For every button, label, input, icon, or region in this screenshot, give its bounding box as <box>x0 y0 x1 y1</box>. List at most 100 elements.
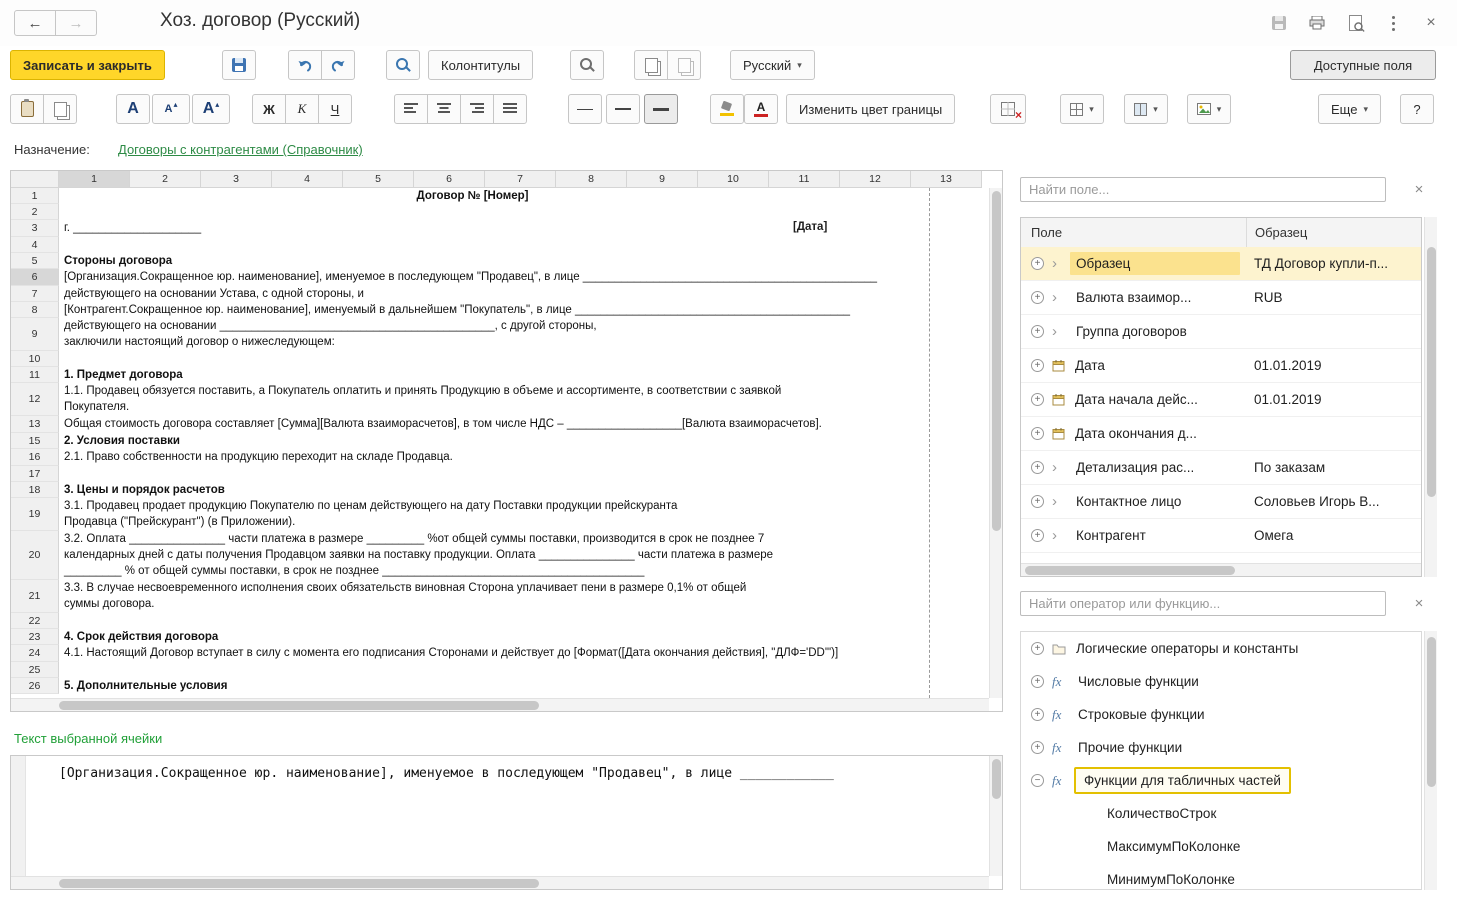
row-header-15[interactable]: 15 <box>11 433 59 449</box>
align-right-button[interactable] <box>460 94 494 124</box>
borders-dropdown[interactable]: ▾ <box>1060 94 1104 124</box>
column-header-8[interactable]: 8 <box>556 171 627 188</box>
column-header-field[interactable]: Поле <box>1021 225 1246 240</box>
scrollbar-thumb[interactable] <box>1427 637 1436 787</box>
expand-icon[interactable]: + <box>1031 741 1044 754</box>
sheet-horizontal-scrollbar[interactable] <box>11 698 989 711</box>
function-item[interactable]: +fxСтроковые функции <box>1021 698 1421 731</box>
scrollbar-thumb[interactable] <box>1025 566 1235 575</box>
row-header-5[interactable]: 5 <box>11 253 59 269</box>
row-header-4[interactable]: 4 <box>11 237 59 253</box>
sheet-cell[interactable]: 5. Дополнительные условия <box>59 678 991 694</box>
row-header-9[interactable]: 9 <box>11 318 59 351</box>
row-header-3[interactable]: 3 <box>11 220 59 237</box>
scrollbar-thumb[interactable] <box>1427 247 1436 497</box>
field-row[interactable]: +Дата01.01.2019 <box>1021 349 1421 383</box>
expand-icon[interactable]: + <box>1031 642 1044 655</box>
sheet-cell[interactable] <box>59 466 991 482</box>
available-fields-button[interactable]: Доступные поля <box>1290 50 1436 80</box>
row-header-13[interactable]: 13 <box>11 416 59 433</box>
expand-icon[interactable]: + <box>1031 495 1044 508</box>
field-row[interactable]: +›КонтрагентОмега <box>1021 519 1421 553</box>
sheet-cell[interactable]: 4. Срок действия договора <box>59 629 991 645</box>
expand-icon[interactable]: + <box>1031 325 1044 338</box>
column-header-5[interactable]: 5 <box>343 171 414 188</box>
column-header-4[interactable]: 4 <box>272 171 343 188</box>
text-vertical-scrollbar[interactable] <box>989 756 1002 876</box>
sheet-cell[interactable]: Стороны договора <box>59 253 991 269</box>
function-search-input[interactable] <box>1020 591 1386 616</box>
sheet-cell[interactable]: действующего на основании Устава, с одно… <box>59 286 991 302</box>
functions-vertical-scrollbar[interactable] <box>1424 631 1437 890</box>
print-preview-button[interactable] <box>386 50 420 80</box>
row-header-6[interactable]: 6 <box>11 269 59 286</box>
headers-footers-button[interactable]: Колонтитулы <box>428 50 533 80</box>
help-button[interactable]: ? <box>1400 94 1434 124</box>
sheet-cell[interactable] <box>59 204 991 220</box>
border-thick-button[interactable] <box>644 94 678 124</box>
row-header-25[interactable]: 25 <box>11 662 59 678</box>
decrease-font-button[interactable]: А▴ <box>152 94 190 124</box>
row-header-24[interactable]: 24 <box>11 645 59 662</box>
row-header-22[interactable]: 22 <box>11 613 59 629</box>
column-header-sample[interactable]: Образец <box>1246 218 1421 247</box>
expand-icon[interactable]: + <box>1031 291 1044 304</box>
forward-button[interactable]: → <box>55 10 97 36</box>
increase-font-button[interactable]: А▴ <box>192 94 230 124</box>
row-header-21[interactable]: 21 <box>11 580 59 613</box>
collapse-icon[interactable]: − <box>1031 774 1044 787</box>
preview-icon[interactable] <box>1340 10 1370 36</box>
expand-icon[interactable]: + <box>1031 427 1044 440</box>
field-row[interactable]: +›Детализация рас...По заказам <box>1021 451 1421 485</box>
column-header-11[interactable]: 11 <box>769 171 840 188</box>
field-row[interactable]: +›МенеджерФедоров Борис Ми... <box>1021 553 1421 563</box>
field-row[interactable]: +›Группа договоров <box>1021 315 1421 349</box>
fields-horizontal-scrollbar[interactable] <box>1021 563 1421 576</box>
row-header-16[interactable]: 16 <box>11 449 59 466</box>
row-header-2[interactable]: 2 <box>11 204 59 220</box>
function-item[interactable]: КоличествоСтрок <box>1021 797 1421 830</box>
sheet-cell[interactable]: действующего на основании ______________… <box>59 318 991 351</box>
column-header-2[interactable]: 2 <box>130 171 201 188</box>
paste-button[interactable] <box>10 94 44 124</box>
sheet-cell[interactable]: 3. Цены и порядок расчетов <box>59 482 991 498</box>
scrollbar-thumb[interactable] <box>59 879 539 888</box>
clear-function-search-icon[interactable]: × <box>1410 595 1428 613</box>
sheet-cell[interactable]: 2.1. Право собственности на продукцию пе… <box>59 449 991 466</box>
text-horizontal-scrollbar[interactable] <box>11 876 989 889</box>
fill-color-button[interactable] <box>710 94 744 124</box>
align-left-button[interactable] <box>394 94 428 124</box>
expand-icon[interactable]: + <box>1031 461 1044 474</box>
print-icon[interactable] <box>1302 10 1332 36</box>
function-item[interactable]: МинимумПоКолонке <box>1021 863 1421 890</box>
column-header-9[interactable]: 9 <box>627 171 698 188</box>
italic-button[interactable]: К <box>285 94 319 124</box>
sheet-cell[interactable]: 3.3. В случае несвоевременного исполнени… <box>59 580 991 613</box>
clear-field-search-icon[interactable]: × <box>1410 181 1428 199</box>
row-header-17[interactable]: 17 <box>11 466 59 482</box>
field-row[interactable]: +›Валюта взаимор...RUB <box>1021 281 1421 315</box>
redo-button[interactable] <box>321 50 355 80</box>
field-row[interactable]: +Дата начала дейс...01.01.2019 <box>1021 383 1421 417</box>
sheet-cell[interactable]: 3.1. Продавец продает продукцию Покупате… <box>59 498 991 531</box>
sheet-cell[interactable]: 2. Условия поставки <box>59 433 991 449</box>
underline-button[interactable]: Ч <box>318 94 352 124</box>
sheet-cell[interactable] <box>59 237 991 253</box>
sheet-cell[interactable]: г. ____________________ <box>59 220 991 237</box>
selected-cell-text-area[interactable]: [Организация.Сокращенное юр. наименовани… <box>10 755 1003 890</box>
expand-icon[interactable]: + <box>1031 708 1044 721</box>
row-header-8[interactable]: 8 <box>11 302 59 318</box>
sheet-cell[interactable]: 3.2. Оплата _______________ части платеж… <box>59 531 991 580</box>
close-icon[interactable]: × <box>1416 10 1446 36</box>
column-header-12[interactable]: 12 <box>840 171 911 188</box>
sheet-cell[interactable]: 1. Предмет договора <box>59 367 991 383</box>
row-header-12[interactable]: 12 <box>11 383 59 416</box>
save-and-close-button[interactable]: Записать и закрыть <box>10 50 165 80</box>
function-item[interactable]: −fxФункции для табличных частей <box>1021 764 1421 797</box>
function-item[interactable]: МаксимумПоКолонке <box>1021 830 1421 863</box>
text-color-button[interactable]: А <box>744 94 778 124</box>
picture-dropdown[interactable]: ▾ <box>1187 94 1231 124</box>
clear-borders-button[interactable]: × <box>990 94 1026 124</box>
column-header-13[interactable]: 13 <box>911 171 982 188</box>
column-header-7[interactable]: 7 <box>485 171 556 188</box>
